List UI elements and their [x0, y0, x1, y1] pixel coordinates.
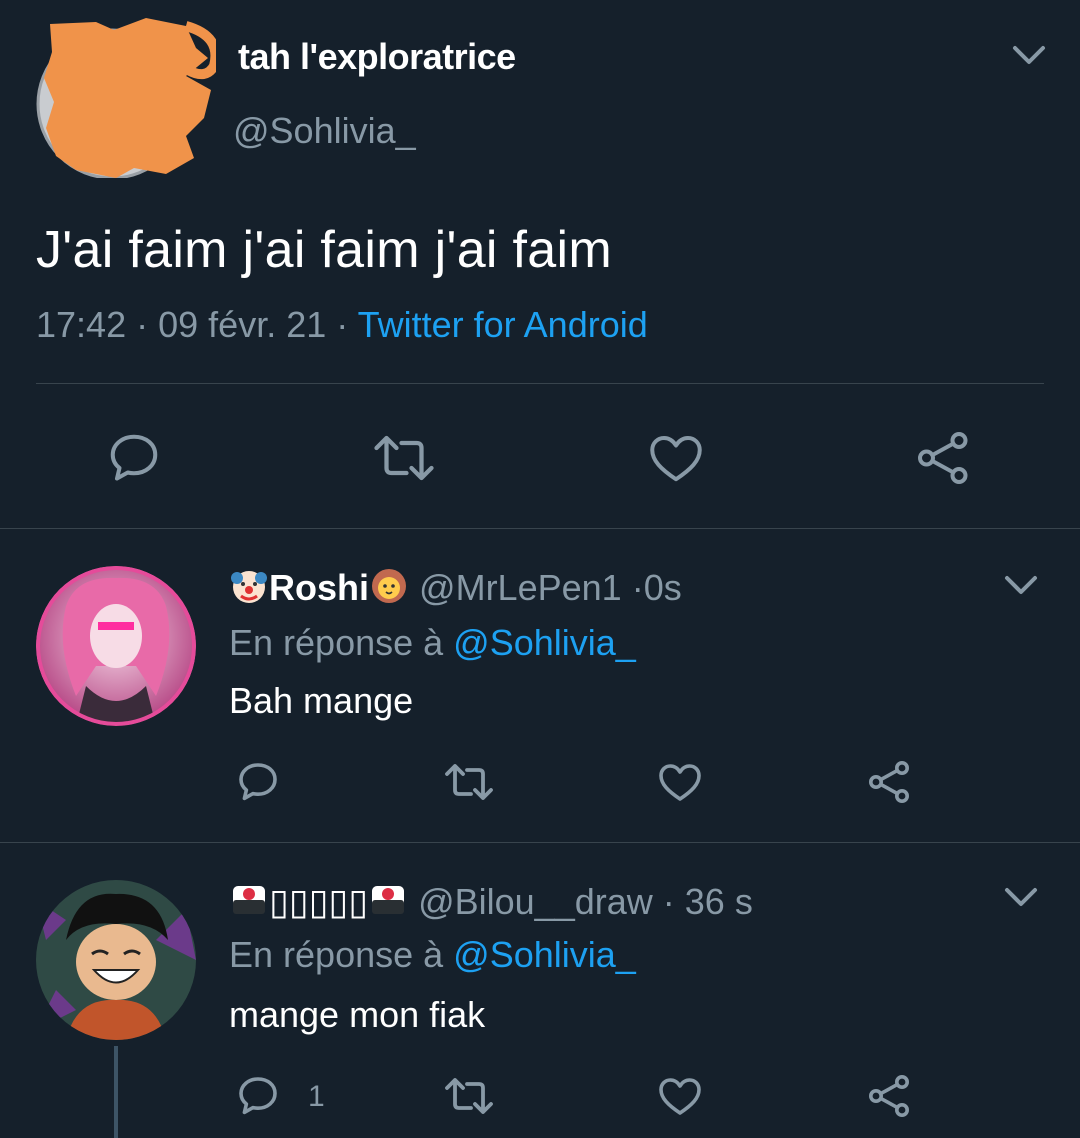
main-tweet-text: J'ai faim j'ai faim j'ai faim	[36, 221, 612, 279]
reply-text: Bah mange	[229, 680, 414, 721]
like-icon[interactable]	[656, 758, 704, 806]
reply-avatar[interactable]	[36, 566, 196, 726]
reply-display-name[interactable]: ▯▯▯▯▯	[269, 881, 368, 922]
reply-prefix: En réponse à	[229, 622, 444, 663]
reply-icon[interactable]	[234, 1072, 282, 1120]
divider	[0, 842, 1080, 843]
divider	[0, 528, 1080, 529]
reply-time[interactable]: 36 s	[685, 881, 753, 922]
retweet-icon[interactable]	[442, 1072, 496, 1120]
retweet-icon[interactable]	[371, 428, 437, 488]
avatar-image	[36, 880, 196, 1040]
main-handle[interactable]: @Sohlivia_	[233, 110, 416, 152]
clown-emoji	[231, 571, 267, 603]
tweet-date: 09 févr. 21	[158, 304, 327, 345]
tweet-source-link[interactable]: Twitter for Android	[358, 304, 648, 345]
share-icon[interactable]	[866, 1072, 914, 1120]
divider	[36, 383, 1044, 384]
reply-header: ▯▯▯▯▯ @Bilou__draw · 36 s	[229, 880, 753, 923]
chevron-down-icon[interactable]	[1009, 40, 1049, 70]
reply-context: En réponse à @Sohlivia_	[229, 934, 636, 976]
sushi-emoji	[372, 886, 405, 914]
meta-separator: ·	[336, 304, 349, 345]
reply-avatar[interactable]	[36, 880, 196, 1040]
reply-handle[interactable]: @MrLePen1	[419, 567, 622, 608]
reply-context: En réponse à @Sohlivia_	[229, 622, 636, 664]
meta-separator: ·	[136, 304, 149, 345]
like-icon[interactable]	[656, 1072, 704, 1120]
reply-header: Roshi @MrLePen1 ·0s	[229, 566, 682, 609]
reply-count: 1	[308, 1080, 325, 1113]
chevron-down-icon[interactable]	[1001, 882, 1041, 912]
share-icon[interactable]	[914, 428, 974, 488]
avatar-image	[36, 566, 196, 726]
reply-to-link[interactable]: @Sohlivia_	[453, 934, 636, 975]
reply-text: mange mon fiak	[229, 994, 486, 1035]
reply-icon[interactable]	[104, 428, 164, 488]
reply-prefix: En réponse à	[229, 934, 444, 975]
main-tweet-meta: 17:42 · 09 févr. 21 · Twitter for Androi…	[36, 304, 648, 346]
sushi-emoji	[233, 886, 265, 914]
main-display-name[interactable]: tah l'exploratrice	[238, 36, 516, 78]
reply-time[interactable]: 0s	[644, 567, 682, 608]
thread-connector-line	[114, 1046, 118, 1138]
lion-emoji	[372, 569, 407, 603]
main-tweet-avatar[interactable]	[36, 18, 221, 180]
reply-icon[interactable]	[234, 758, 282, 806]
reply-display-name[interactable]: Roshi	[269, 567, 369, 608]
share-icon[interactable]	[866, 758, 914, 806]
meta-separator: ·	[631, 567, 644, 608]
reply-handle[interactable]: @Bilou__draw	[418, 881, 653, 922]
like-icon[interactable]	[646, 428, 706, 488]
tweet-time: 17:42	[36, 304, 127, 345]
retweet-icon[interactable]	[442, 758, 496, 806]
meta-separator: ·	[662, 881, 675, 922]
redacted-avatar	[36, 18, 221, 180]
chevron-down-icon[interactable]	[1001, 570, 1041, 600]
reply-to-link[interactable]: @Sohlivia_	[453, 622, 636, 663]
